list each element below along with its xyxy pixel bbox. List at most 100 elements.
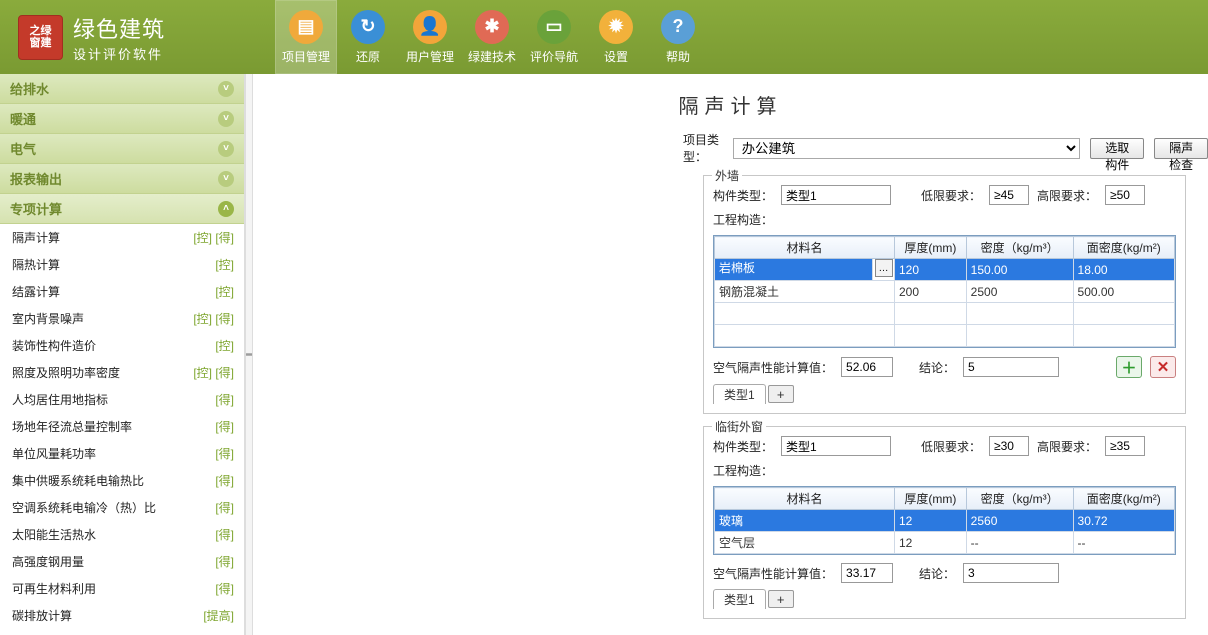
sidebar-item-label: 碳排放计算 bbox=[12, 607, 72, 624]
sidebar-section-report[interactable]: 报表输出˅ bbox=[0, 164, 244, 194]
sidebar-section-label: 电气 bbox=[10, 139, 36, 158]
section-wall-legend: 外墙 bbox=[712, 167, 742, 184]
sidebar-item[interactable]: 室内背景噪声[控] [得] bbox=[0, 305, 244, 332]
main-toolbar: ▤项目管理 ↻ 还原 👤用户管理 ✱ 绿建技术 ▭评价导航✹设置?帮助 bbox=[275, 0, 709, 74]
sidebar-item[interactable]: 结露计算[控] bbox=[0, 278, 244, 305]
material-grid-window[interactable]: 材料名厚度(mm)密度（kg/m³）面密度(kg/m²)玻璃12256030.7… bbox=[713, 486, 1176, 555]
conclusion-input[interactable] bbox=[963, 563, 1059, 583]
sidebar-item[interactable]: 隔热计算[控] bbox=[0, 251, 244, 278]
sidebar-section-water[interactable]: 给排水˅ bbox=[0, 74, 244, 104]
column-header[interactable]: 面密度(kg/m²) bbox=[1073, 237, 1174, 259]
conclusion-input[interactable] bbox=[963, 357, 1059, 377]
chevron-down-icon: ˅ bbox=[218, 81, 234, 97]
add-type-tab-button[interactable]: + bbox=[768, 590, 794, 608]
sidebar-item-tags: [得] bbox=[215, 553, 234, 570]
column-header[interactable]: 厚度(mm) bbox=[895, 488, 967, 510]
app-title: 绿色建筑 bbox=[73, 12, 165, 44]
sidebar-item-tags: [得] bbox=[215, 526, 234, 543]
toolbar-guide-button[interactable]: ▭评价导航 bbox=[523, 0, 585, 74]
sidebar-item[interactable]: 太阳能生活热水 [得] bbox=[0, 521, 244, 548]
toolbar-label: 还原 bbox=[356, 48, 380, 65]
sidebar-item-tags: [得] bbox=[215, 472, 234, 489]
table-row[interactable]: 空气层12---- bbox=[715, 532, 1175, 554]
sidebar-item-label: 照度及照明功率密度 bbox=[12, 364, 120, 381]
type-tab[interactable]: 类型1 bbox=[713, 589, 766, 609]
select-component-button[interactable]: 选取构件 bbox=[1090, 138, 1144, 159]
sidebar-item[interactable]: 场地年径流总量控制率 [得] bbox=[0, 413, 244, 440]
sidebar-item-label: 隔声计算 bbox=[12, 229, 60, 246]
conclusion-label: 结论： bbox=[919, 359, 955, 376]
sidebar-item[interactable]: 可再生材料利用 [得] bbox=[0, 575, 244, 602]
sidebar-item-tags: [得] bbox=[215, 418, 234, 435]
sidebar-item-label: 太阳能生活热水 bbox=[12, 526, 96, 543]
chevron-down-icon: ˅ bbox=[218, 141, 234, 157]
structure-label: 工程构造： bbox=[713, 462, 773, 479]
table-row[interactable]: 钢筋混凝土2002500500.00 bbox=[715, 281, 1175, 303]
splitter-handle[interactable] bbox=[245, 74, 253, 635]
sidebar-item[interactable]: 碳排放计算[提高] bbox=[0, 602, 244, 629]
table-row[interactable] bbox=[715, 325, 1175, 347]
sidebar-item[interactable]: 人均居住用地指标[得] bbox=[0, 386, 244, 413]
toolbar-settings-button[interactable]: ✹设置 bbox=[585, 0, 647, 74]
sidebar-item-label: 高强度钢用量 bbox=[12, 553, 84, 570]
toolbar-users-button[interactable]: 👤用户管理 bbox=[399, 0, 461, 74]
sidebar-section-hvac[interactable]: 暖通˅ bbox=[0, 104, 244, 134]
add-row-button[interactable]: ＋ bbox=[1116, 356, 1142, 378]
restore-icon: ↻ bbox=[351, 10, 385, 44]
section-window-legend: 临街外窗 bbox=[712, 418, 766, 435]
help-icon: ? bbox=[661, 10, 695, 44]
sidebar-item-label: 场地年径流总量控制率 bbox=[12, 418, 132, 435]
sidebar-item-tags: [得] bbox=[215, 580, 234, 597]
sidebar-item-tags: [控] [得] bbox=[193, 229, 234, 246]
column-header[interactable]: 材料名 bbox=[715, 237, 895, 259]
sidebar-item-tags: [控] bbox=[215, 283, 234, 300]
section-window: 临街外窗 构件类型： 低限要求： 高限要求： 工程构造： 材料名厚度(mm)密度… bbox=[703, 426, 1186, 619]
component-type-label: 构件类型： bbox=[713, 438, 773, 455]
toolbar-help-button[interactable]: ?帮助 bbox=[647, 0, 709, 74]
column-header[interactable]: 材料名 bbox=[715, 488, 895, 510]
sidebar-item-tags: [控] [得] bbox=[193, 364, 234, 381]
add-type-tab-button[interactable]: + bbox=[768, 385, 794, 403]
sidebar-item-tags: [得] bbox=[215, 391, 234, 408]
sidebar-item[interactable]: 隔声计算 [控] [得] bbox=[0, 224, 244, 251]
app-subtitle: 设计评价软件 bbox=[73, 44, 165, 63]
table-row[interactable]: 玻璃12256030.72 bbox=[715, 510, 1175, 532]
component-type-input[interactable] bbox=[781, 185, 891, 205]
tech-icon: ✱ bbox=[475, 10, 509, 44]
sidebar-item[interactable]: 装饰性构件造价[控] bbox=[0, 332, 244, 359]
column-header[interactable]: 厚度(mm) bbox=[895, 237, 967, 259]
guide-icon: ▭ bbox=[537, 10, 571, 44]
calc-value bbox=[841, 563, 893, 583]
low-req-value bbox=[989, 436, 1029, 456]
sidebar-item[interactable]: 照度及照明功率密度 [控] [得] bbox=[0, 359, 244, 386]
column-header[interactable]: 面密度(kg/m²) bbox=[1073, 488, 1174, 510]
delete-row-button[interactable]: ✕ bbox=[1150, 356, 1176, 378]
toolbar-tech-button[interactable]: ✱ 绿建技术 bbox=[461, 0, 523, 74]
sidebar-item-label: 隔热计算 bbox=[12, 256, 60, 273]
low-req-label: 低限要求： bbox=[921, 438, 981, 455]
project-type-select[interactable]: 办公建筑 bbox=[733, 138, 1081, 159]
calc-value-label: 空气隔声性能计算值： bbox=[713, 565, 833, 582]
sidebar-item[interactable]: 空调系统耗电输冷（热）比[得] bbox=[0, 494, 244, 521]
sidebar-item[interactable]: 高强度钢用量 [得] bbox=[0, 548, 244, 575]
sidebar-item[interactable]: 集中供暖系统耗电输热比[得] bbox=[0, 467, 244, 494]
toolbar-restore-button[interactable]: ↻ 还原 bbox=[337, 0, 399, 74]
sidebar-section-elec[interactable]: 电气 ˅ bbox=[0, 134, 244, 164]
column-header[interactable]: 密度（kg/m³） bbox=[966, 237, 1073, 259]
low-req-value bbox=[989, 185, 1029, 205]
material-picker-button[interactable]: … bbox=[872, 259, 894, 280]
sidebar-item[interactable]: 单位风量耗功率[得] bbox=[0, 440, 244, 467]
toolbar-label: 绿建技术 bbox=[468, 48, 516, 65]
material-grid-wall[interactable]: 材料名厚度(mm)密度（kg/m³）面密度(kg/m²)岩棉板…120150.0… bbox=[713, 235, 1176, 348]
component-type-input[interactable] bbox=[781, 436, 891, 456]
sidebar-section-label: 暖通 bbox=[10, 109, 36, 128]
sound-check-button[interactable]: 隔声检查 bbox=[1154, 138, 1208, 159]
sidebar-item-label: 可再生材料利用 bbox=[12, 580, 96, 597]
table-row[interactable] bbox=[715, 303, 1175, 325]
table-row[interactable]: 岩棉板…120150.0018.00 bbox=[715, 259, 1175, 281]
type-tab[interactable]: 类型1 bbox=[713, 384, 766, 404]
toolbar-project-button[interactable]: ▤项目管理 bbox=[275, 0, 337, 74]
column-header[interactable]: 密度（kg/m³） bbox=[966, 488, 1073, 510]
project-icon: ▤ bbox=[289, 10, 323, 44]
sidebar-section-calc[interactable]: 专项计算˄ bbox=[0, 194, 244, 224]
